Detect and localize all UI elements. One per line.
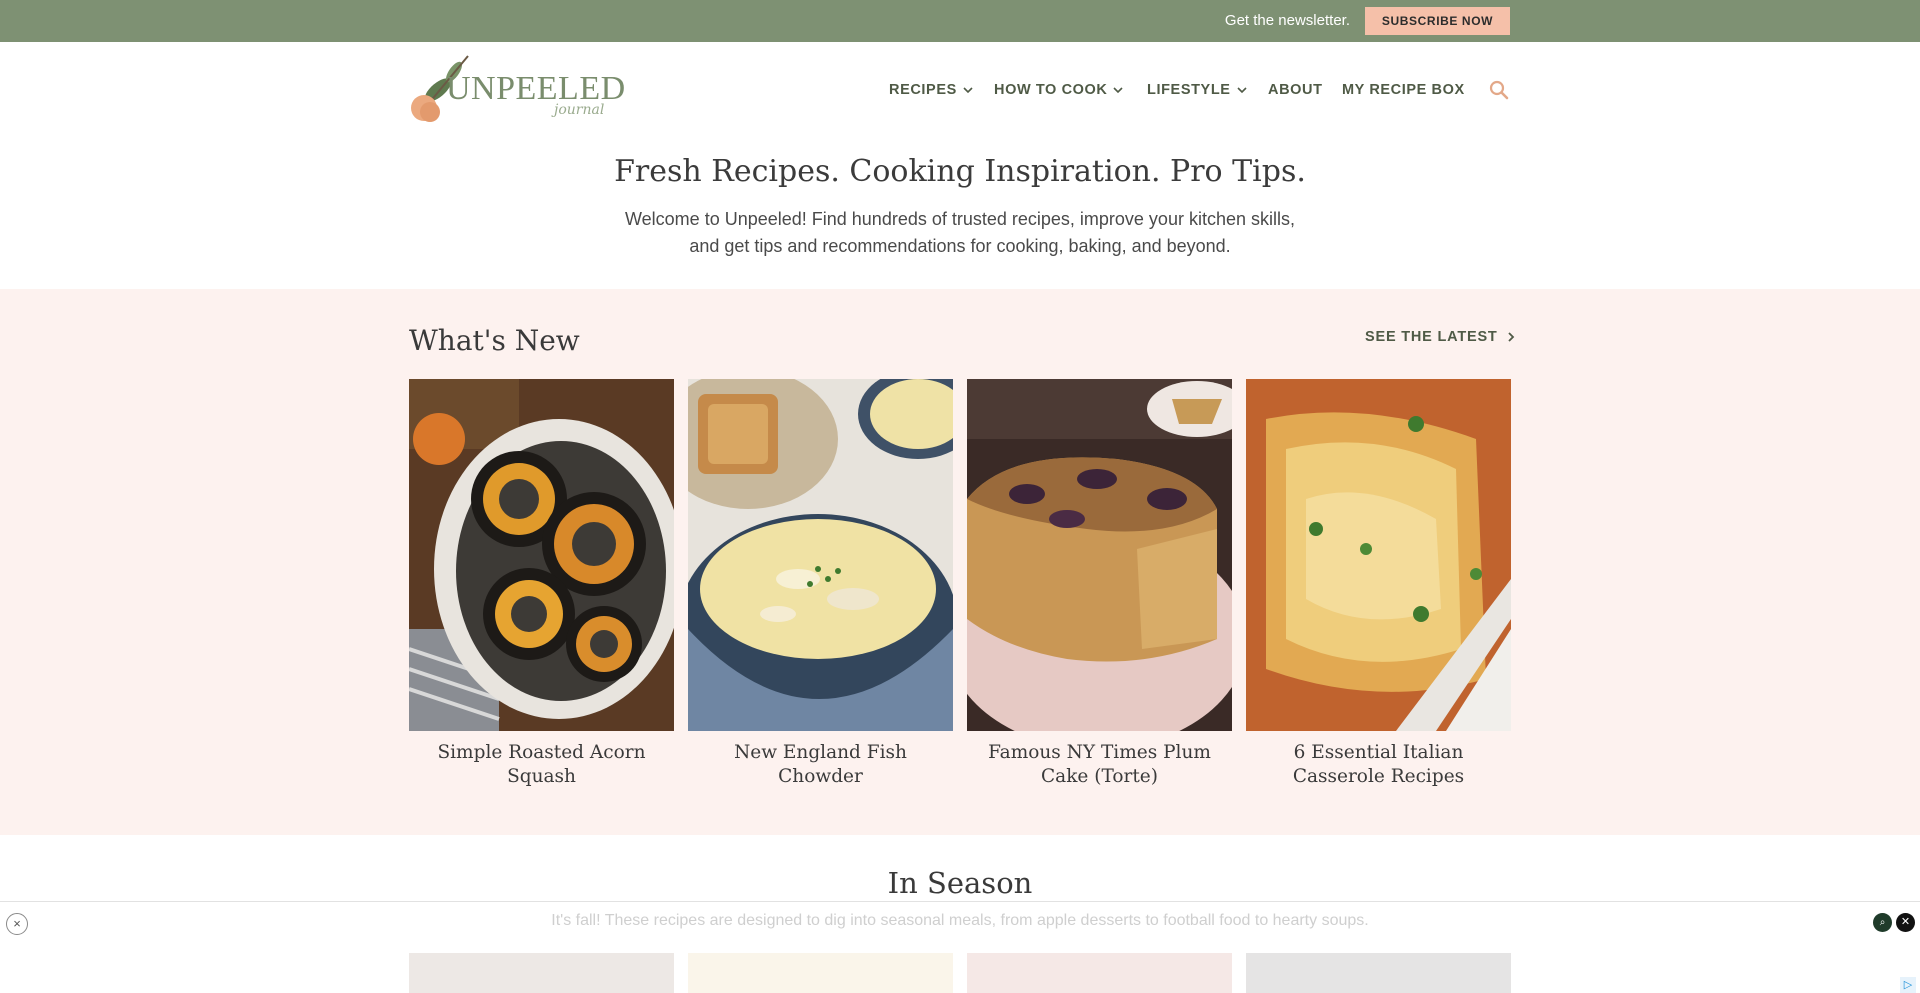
chevron-down-icon (1236, 87, 1247, 94)
newsletter-text: Get the newsletter. (1224, 12, 1350, 29)
site-logo[interactable]: UNPEELED journal (408, 50, 628, 130)
main-nav-2: HOW TO COOK (994, 80, 1124, 100)
recipe-card[interactable]: Famous NY Times Plum Cake (Torte) (967, 379, 1232, 789)
nav-item-my-recipe-box[interactable]: MY RECIPE BOX (1342, 82, 1465, 98)
logo-subtitle: journal (554, 102, 605, 118)
nav-item-how-to-cook[interactable]: HOW TO COOK (994, 82, 1124, 98)
recipe-card[interactable]: Simple Roasted Acorn Squash (409, 379, 674, 789)
nav-item-label: LIFESTYLE (1147, 82, 1231, 98)
in-season-description: It's fall! These recipes are designed to… (551, 912, 1369, 929)
recipe-title[interactable]: New England Fish Chowder (688, 741, 953, 789)
main-nav: RECIPES (889, 80, 973, 100)
nav-item-label: ABOUT (1268, 82, 1323, 98)
recipe-title[interactable]: 6 Essential Italian Casserole Recipes (1246, 741, 1511, 789)
nav-item-about[interactable]: ABOUT (1268, 82, 1323, 98)
chevron-down-icon (1113, 87, 1124, 94)
see-latest-link[interactable]: SEE THE LATEST (1365, 329, 1516, 345)
chevron-right-icon (1507, 332, 1514, 342)
recipe-image[interactable] (1246, 379, 1511, 731)
intro-description: Welcome to Unpeeled! Find hundreds of tr… (625, 209, 1295, 256)
subscribe-button[interactable]: SUBSCRIBE NOW (1365, 7, 1510, 35)
nav-item-lifestyle[interactable]: LIFESTYLE (1147, 82, 1247, 98)
main-nav-3: LIFESTYLE (1147, 80, 1247, 100)
recipe-image[interactable] (688, 379, 953, 731)
recipe-card[interactable]: New England Fish Chowder (688, 379, 953, 789)
ad-info-icon[interactable]: ⌕ (1873, 913, 1892, 932)
nav-item-label: HOW TO COOK (994, 82, 1108, 98)
nav-item-label: MY RECIPE BOX (1342, 82, 1465, 98)
adchoices-icon[interactable]: ▷ (1900, 977, 1916, 993)
see-latest-label: SEE THE LATEST (1365, 329, 1498, 345)
recipe-title[interactable]: Simple Roasted Acorn Squash (409, 741, 674, 789)
newsletter-bar: Get the newsletter. SUBSCRIBE NOW (0, 0, 1920, 42)
recipe-image[interactable] (409, 379, 674, 731)
nav-item-label: RECIPES (889, 82, 957, 98)
recipe-image[interactable] (967, 379, 1232, 731)
main-nav-4: ABOUT (1268, 80, 1323, 100)
chevron-down-icon (963, 87, 973, 94)
in-season-title: In Season (887, 866, 1033, 900)
section-title: What's New (409, 324, 580, 357)
close-icon[interactable]: × (6, 913, 28, 935)
whats-new-section: What's New SEE THE LATEST Simple Roasted… (0, 289, 1920, 835)
main-nav-5: MY RECIPE BOX (1342, 80, 1465, 100)
ad-dismiss-icon[interactable]: ✕ (1896, 913, 1915, 932)
page-tagline: Fresh Recipes. Cooking Inspiration. Pro … (614, 154, 1306, 189)
recipe-card[interactable]: 6 Essential Italian Casserole Recipes (1246, 379, 1511, 789)
recipe-title[interactable]: Famous NY Times Plum Cake (Torte) (967, 741, 1232, 789)
nav-item-recipes[interactable]: RECIPES (889, 82, 973, 98)
search-icon[interactable] (1488, 79, 1510, 101)
